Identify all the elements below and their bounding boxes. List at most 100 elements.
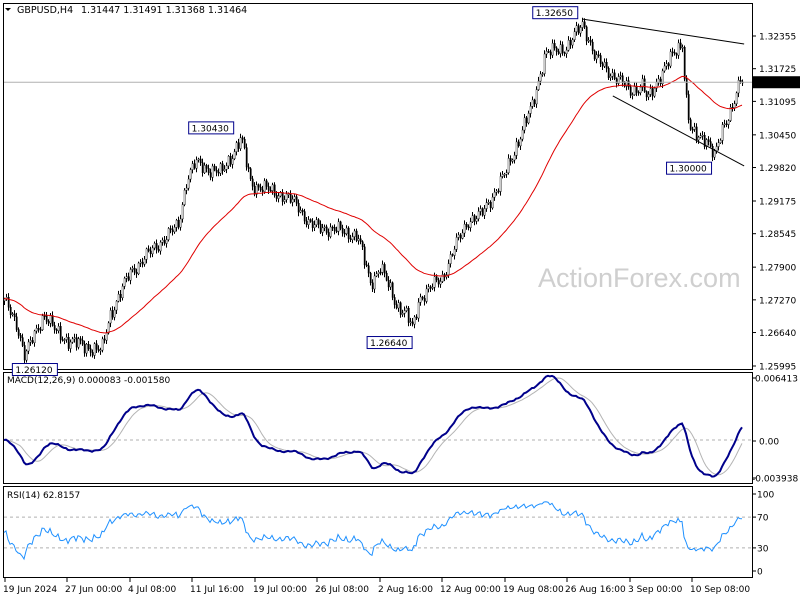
- y-tick-label: 1.26640: [759, 329, 796, 339]
- candle-body: [437, 279, 440, 285]
- candle-body: [371, 282, 374, 290]
- candle-body: [451, 254, 454, 256]
- candle-body: [499, 176, 502, 192]
- y-tick-label: 1.29175: [759, 198, 796, 208]
- candle-body: [603, 62, 606, 67]
- candle-body: [729, 106, 732, 121]
- candle-body: [597, 54, 600, 56]
- candle-body: [89, 348, 92, 353]
- candle-body: [293, 196, 296, 200]
- candle-body: [35, 328, 38, 332]
- candle-body: [381, 264, 384, 273]
- candle-body: [165, 239, 168, 244]
- symbol-label: GBPUSD,H4: [17, 5, 73, 16]
- candle-body: [683, 47, 686, 80]
- watermark: ActionForex.com: [538, 263, 741, 293]
- candle-body: [161, 239, 164, 243]
- macd-tick-label: 0.00: [759, 438, 779, 448]
- candle-body: [167, 228, 170, 240]
- candle-body: [247, 166, 250, 169]
- chart-canvas: ActionForex.com 1.26120 1.30430 1.26640 1.3…: [3, 3, 800, 595]
- candle-body: [645, 91, 648, 98]
- candle-body: [21, 337, 24, 346]
- candle-body: [77, 338, 80, 348]
- candle-body: [29, 340, 32, 343]
- candle-body: [301, 210, 304, 212]
- candle-body: [351, 236, 354, 240]
- candle-body: [695, 126, 698, 141]
- candle-body: [311, 221, 314, 228]
- candle-body: [563, 52, 566, 54]
- candle-body: [571, 39, 574, 46]
- candle-body: [87, 344, 90, 350]
- candle-body: [173, 227, 176, 233]
- candle-body: [65, 336, 68, 340]
- candle-body: [383, 264, 386, 274]
- candle-body: [207, 168, 210, 173]
- candle-body: [113, 309, 116, 318]
- candle-body: [253, 186, 256, 195]
- candle-body: [629, 86, 632, 96]
- candle-body: [115, 300, 118, 311]
- candle-body: [633, 86, 636, 95]
- candle-body: [85, 344, 88, 354]
- candle-body: [595, 54, 598, 60]
- candle-body: [395, 304, 398, 309]
- candle-body: [379, 271, 382, 274]
- candle-body: [587, 39, 590, 42]
- candle-body: [559, 44, 562, 54]
- candle-body: [409, 321, 412, 324]
- candle-body: [501, 174, 504, 177]
- candle-body: [263, 180, 266, 192]
- candle-body: [607, 68, 610, 78]
- candle-body: [621, 75, 624, 83]
- candle-body: [615, 78, 618, 84]
- candle-body: [315, 219, 318, 225]
- candle-body: [63, 339, 66, 341]
- candle-body: [201, 162, 204, 173]
- candle-body: [481, 208, 484, 216]
- candle-body: [243, 138, 246, 148]
- price-annotation: 1.32650: [532, 6, 579, 20]
- x-tick-label: 26 Jul 08:00: [315, 585, 369, 595]
- candle-body: [667, 63, 670, 67]
- candle-body: [723, 123, 726, 126]
- candle-body: [251, 178, 254, 187]
- candle-body: [339, 221, 342, 229]
- candle-body: [245, 147, 248, 168]
- candle-body: [659, 78, 662, 85]
- candle-body: [473, 215, 476, 222]
- candle-body: [275, 195, 278, 199]
- candle-body: [679, 42, 682, 49]
- candle-body: [531, 99, 534, 107]
- candle-body: [529, 106, 532, 114]
- candle-body: [81, 339, 84, 345]
- candle-body: [131, 267, 134, 270]
- candle-body: [503, 174, 506, 176]
- x-tick-label: 2 Aug 16:00: [378, 585, 433, 595]
- candle-body: [713, 150, 716, 158]
- candle-body: [489, 201, 492, 209]
- rsi-tick-label: 100: [757, 491, 774, 501]
- candle-body: [611, 72, 614, 77]
- candle-body: [591, 41, 594, 51]
- candle-body: [399, 302, 402, 315]
- candle-body: [719, 140, 722, 143]
- candle-body: [471, 215, 474, 222]
- candle-body: [99, 349, 102, 352]
- macd-tick-label: 0.006413: [755, 375, 798, 385]
- candle-body: [117, 293, 120, 302]
- candle-body: [403, 310, 406, 314]
- annotation-label: 1.30000: [670, 165, 707, 175]
- candle-body: [699, 135, 702, 138]
- candle-body: [183, 189, 186, 205]
- candle-body: [619, 75, 622, 77]
- candle-body: [725, 123, 728, 126]
- candle-body: [463, 224, 466, 234]
- candle-body: [137, 262, 140, 275]
- candle-body: [511, 159, 514, 162]
- candle-body: [417, 302, 420, 319]
- candle-body: [345, 227, 348, 234]
- candle-body: [103, 338, 106, 341]
- candle-body: [373, 275, 376, 290]
